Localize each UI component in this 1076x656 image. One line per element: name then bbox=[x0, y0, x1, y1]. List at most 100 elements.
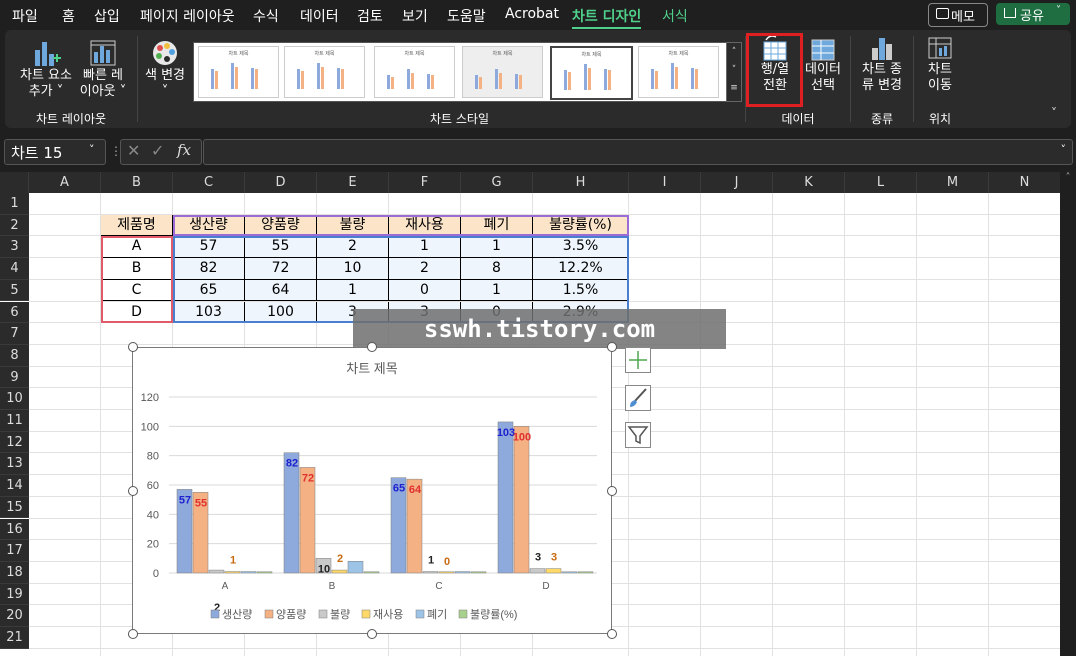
column-header-a[interactable]: A bbox=[29, 172, 101, 193]
row-header-8[interactable]: 8 bbox=[0, 344, 29, 367]
data-label: 0 bbox=[444, 556, 450, 568]
column-header-h[interactable]: H bbox=[533, 172, 629, 193]
chart-style-6[interactable]: 차트 제목 bbox=[638, 46, 719, 98]
row-header-4[interactable]: 4 bbox=[0, 258, 29, 280]
chart-styles-button[interactable] bbox=[625, 385, 651, 411]
row-header-7[interactable]: 7 bbox=[0, 323, 29, 345]
row-header-5[interactable]: 5 bbox=[0, 279, 29, 302]
column-header-m[interactable]: M bbox=[917, 172, 989, 193]
row-header-14[interactable]: 14 bbox=[0, 475, 29, 497]
data-label: 2 bbox=[337, 553, 343, 565]
gallery-more-icon[interactable]: ≡ bbox=[727, 79, 741, 97]
resize-handle[interactable] bbox=[128, 629, 138, 639]
insert-function-icon[interactable]: fx bbox=[177, 141, 191, 159]
tab-formulas[interactable]: 수식 bbox=[253, 6, 279, 26]
select-all-corner[interactable] bbox=[0, 172, 29, 193]
tab-chart-design[interactable]: 차트 디자인 bbox=[572, 6, 642, 29]
change-color-button[interactable]: 색 변경 ˅ bbox=[141, 36, 189, 102]
tab-acrobat[interactable]: Acrobat bbox=[505, 6, 559, 22]
column-header-i[interactable]: I bbox=[629, 172, 701, 193]
tab-view[interactable]: 보기 bbox=[402, 6, 428, 26]
memo-button[interactable]: 메모 bbox=[928, 3, 988, 27]
row-header-19[interactable]: 19 bbox=[0, 583, 29, 606]
column-header-n[interactable]: N bbox=[989, 172, 1061, 193]
row-header-15[interactable]: 15 bbox=[0, 496, 29, 519]
tab-file[interactable]: 파일 bbox=[12, 6, 38, 26]
collapse-ribbon-icon[interactable]: ˅ bbox=[1051, 106, 1057, 120]
row-header-3[interactable]: 3 bbox=[0, 236, 29, 259]
divider bbox=[137, 36, 138, 122]
resize-handle[interactable] bbox=[367, 342, 377, 352]
chart-style-3[interactable]: 차트 제목 bbox=[374, 46, 455, 98]
row-header-1[interactable]: 1 bbox=[0, 193, 29, 215]
table-header-cell[interactable]: 제품명 bbox=[101, 214, 173, 237]
cancel-icon[interactable]: ✕ bbox=[127, 141, 140, 160]
vertical-scrollbar[interactable]: ˄ bbox=[1060, 172, 1076, 656]
resize-handle[interactable] bbox=[128, 486, 138, 496]
row-header-13[interactable]: 13 bbox=[0, 453, 29, 476]
formula-input[interactable]: ˅ bbox=[203, 139, 1073, 165]
chevron-up-icon[interactable]: ˄ bbox=[727, 43, 741, 61]
row-header-16[interactable]: 16 bbox=[0, 518, 29, 541]
row-header-6[interactable]: 6 bbox=[0, 301, 29, 324]
share-button[interactable]: 공유 ˅ bbox=[996, 3, 1070, 25]
legend-marker bbox=[361, 609, 371, 619]
row-header-10[interactable]: 10 bbox=[0, 388, 29, 410]
tab-page-layout[interactable]: 페이지 레이아웃 bbox=[140, 6, 235, 26]
row-header-20[interactable]: 20 bbox=[0, 605, 29, 627]
tab-home[interactable]: 홈 bbox=[62, 6, 75, 26]
legend-label: 양품량 bbox=[276, 608, 306, 621]
change-chart-type-button[interactable]: 차트 종 류 변경 bbox=[855, 34, 909, 102]
tab-insert[interactable]: 삽입 bbox=[94, 6, 120, 26]
column-header-f[interactable]: F bbox=[389, 172, 461, 193]
tab-help[interactable]: 도움말 bbox=[447, 6, 486, 26]
chart-style-5[interactable]: 차트 제목 bbox=[550, 46, 633, 100]
row-header-18[interactable]: 18 bbox=[0, 561, 29, 584]
name-box[interactable]: 차트 15 ˅ bbox=[4, 139, 106, 165]
chart[interactable]: 차트 제목 0 20 40 60 80 100 120 A B C D 57 55 2 1 82 72 10 2 65 6… bbox=[132, 347, 612, 634]
row-header-17[interactable]: 17 bbox=[0, 540, 29, 562]
row-header-2[interactable]: 2 bbox=[0, 214, 29, 237]
resize-handle[interactable] bbox=[367, 629, 377, 639]
data-label: 100 bbox=[513, 431, 531, 443]
chart-style-1[interactable]: 차트 제목 bbox=[198, 46, 279, 98]
resize-handle[interactable] bbox=[607, 629, 617, 639]
row-header-11[interactable]: 11 bbox=[0, 410, 29, 432]
add-chart-element-button[interactable]: 차트 요소 추가 ˅ bbox=[11, 36, 81, 102]
legend-marker bbox=[318, 609, 328, 619]
column-header-k[interactable]: K bbox=[773, 172, 845, 193]
data-label: 1 bbox=[230, 555, 236, 567]
column-header-j[interactable]: J bbox=[701, 172, 773, 193]
tab-data[interactable]: 데이터 bbox=[300, 6, 339, 26]
chart-style-4[interactable]: 차트 제목 bbox=[462, 46, 543, 98]
y-tick-label: 120 bbox=[141, 392, 159, 404]
data-label: 1 bbox=[428, 555, 434, 567]
column-header-d[interactable]: D bbox=[245, 172, 317, 193]
data-label: 57 bbox=[179, 494, 191, 506]
column-header-c[interactable]: C bbox=[173, 172, 245, 193]
tab-review[interactable]: 검토 bbox=[357, 6, 383, 26]
tab-format[interactable]: 서식 bbox=[662, 6, 688, 26]
quick-layout-button[interactable]: 빠른 레 이아웃 ˅ bbox=[75, 36, 131, 102]
row-header-12[interactable]: 12 bbox=[0, 431, 29, 454]
column-header-e[interactable]: E bbox=[317, 172, 389, 193]
enter-icon[interactable]: ✓ bbox=[151, 141, 164, 160]
column-header-l[interactable]: L bbox=[845, 172, 917, 193]
row-header-9[interactable]: 9 bbox=[0, 366, 29, 389]
resize-handle[interactable] bbox=[607, 486, 617, 496]
column-header-g[interactable]: G bbox=[461, 172, 533, 193]
row-header-21[interactable]: 21 bbox=[0, 627, 29, 649]
chart-filters-button[interactable] bbox=[625, 422, 651, 448]
resize-handle[interactable] bbox=[128, 342, 138, 352]
chevron-down-icon[interactable]: ˅ bbox=[1061, 143, 1067, 156]
column-header-b[interactable]: B bbox=[101, 172, 173, 193]
chevron-up-icon[interactable]: ˄ bbox=[1060, 172, 1076, 183]
move-chart-button[interactable]: 차트 이동 bbox=[917, 34, 963, 102]
chart-style-2[interactable]: 차트 제목 bbox=[284, 46, 365, 98]
gallery-scroll[interactable]: ˄ ˅ ≡ bbox=[726, 42, 742, 102]
chevron-down-icon[interactable]: ˅ bbox=[727, 61, 741, 79]
chart-elements-button[interactable] bbox=[625, 347, 651, 373]
select-data-button[interactable]: 데이터 선택 bbox=[802, 34, 844, 102]
resize-handle[interactable] bbox=[607, 342, 617, 352]
legend-marker bbox=[210, 609, 220, 619]
